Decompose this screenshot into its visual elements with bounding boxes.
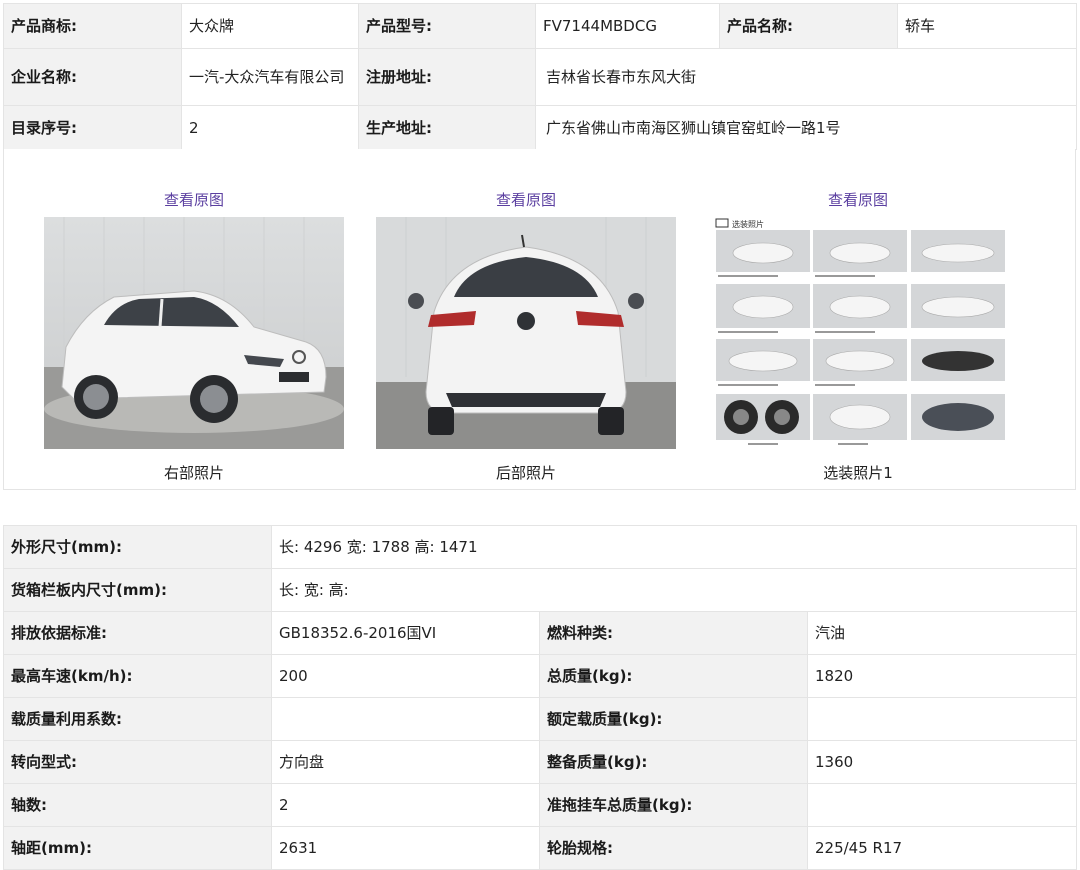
cargo-dimensions-label: 货箱栏板内尺寸(mm): xyxy=(3,568,272,612)
photo-caption: 右部照片 xyxy=(163,464,224,482)
max-speed-value: 200 xyxy=(271,654,540,698)
table-row: 转向型式: 方向盘 整备质量(kg): 1360 xyxy=(3,740,1078,784)
company-value: 一汽-大众汽车有限公司 xyxy=(181,48,359,106)
gross-mass-value: 1820 xyxy=(806,654,1078,698)
basic-info-table: 产品商标: 大众牌 产品型号: FV7144MBDCG 产品名称: 轿车 企业名… xyxy=(3,3,1077,150)
load-coefficient-label: 载质量利用系数: xyxy=(3,697,272,741)
emission-label: 排放依据标准: xyxy=(3,611,272,655)
company-label: 企业名称: xyxy=(3,48,182,106)
prod-address-value: 广东省佛山市南海区狮山镇官窑虹岭一路1号 xyxy=(535,105,1077,150)
photo-caption: 选装照片1 xyxy=(823,464,893,482)
trailer-mass-value xyxy=(806,783,1078,827)
table-row: 载质量利用系数: 额定载质量(kg): xyxy=(3,697,1078,741)
table-row: 排放依据标准: GB18352.6-2016国VI 燃料种类: 汽油 xyxy=(3,611,1078,655)
rear-photo[interactable] xyxy=(376,217,676,449)
product-name-label: 产品名称: xyxy=(719,3,898,49)
options-sheet-title: 选装照片 xyxy=(732,219,764,229)
product-name-value: 轿车 xyxy=(897,3,1077,49)
reg-address-label: 注册地址: xyxy=(358,48,536,106)
right-side-photo[interactable] xyxy=(44,217,344,449)
table-row: 目录序号: 2 生产地址: 广东省佛山市南海区狮山镇官窑虹岭一路1号 xyxy=(3,105,1077,150)
photo-caption: 后部照片 xyxy=(495,464,556,482)
axles-value: 2 xyxy=(271,783,540,827)
tire-value: 225/45 R17 xyxy=(806,826,1078,870)
spec-table: 外形尺寸(mm): 长: 4296 宽: 1788 高: 1471 货箱栏板内尺… xyxy=(3,525,1078,870)
steering-label: 转向型式: xyxy=(3,740,272,784)
dimensions-value: 长: 4296 宽: 1788 高: 1471 xyxy=(270,525,1078,569)
axles-label: 轴数: xyxy=(3,783,272,827)
fuel-value: 汽油 xyxy=(806,611,1078,655)
model-label: 产品型号: xyxy=(358,3,536,49)
curb-mass-value: 1360 xyxy=(806,740,1078,784)
cargo-dimensions-value: 长: 宽: 高: xyxy=(270,568,1078,612)
table-row: 轴距(mm): 2631 轮胎规格: 225/45 R17 xyxy=(3,826,1078,870)
brand-value: 大众牌 xyxy=(181,3,359,49)
steering-value: 方向盘 xyxy=(271,740,540,784)
rated-load-label: 额定载质量(kg): xyxy=(539,697,808,741)
view-original-link[interactable]: 查看原图 xyxy=(708,189,1008,210)
wheelbase-value: 2631 xyxy=(271,826,540,870)
model-value: FV7144MBDCG xyxy=(535,3,720,49)
rated-load-value xyxy=(806,697,1078,741)
table-row: 外形尺寸(mm): 长: 4296 宽: 1788 高: 1471 xyxy=(3,525,1078,569)
tire-label: 轮胎规格: xyxy=(539,826,808,870)
dimensions-label: 外形尺寸(mm): xyxy=(3,525,272,569)
brand-label: 产品商标: xyxy=(3,3,182,49)
view-original-link[interactable]: 查看原图 xyxy=(44,189,344,210)
trailer-mass-label: 准拖挂车总质量(kg): xyxy=(539,783,808,827)
prod-address-label: 生产地址: xyxy=(358,105,536,150)
fuel-label: 燃料种类: xyxy=(539,611,808,655)
emission-value: GB18352.6-2016国VI xyxy=(271,611,540,655)
gross-mass-label: 总质量(kg): xyxy=(539,654,808,698)
photo-panel: 查看原图 右部照片 查看原图 后部照片 查看原图 选装照片 选装照片1 xyxy=(3,149,1076,490)
reg-address-value: 吉林省长春市东风大街 xyxy=(535,48,1077,106)
table-row: 产品商标: 大众牌 产品型号: FV7144MBDCG 产品名称: 轿车 xyxy=(3,3,1077,49)
catalog-label: 目录序号: xyxy=(3,105,182,150)
curb-mass-label: 整备质量(kg): xyxy=(539,740,808,784)
max-speed-label: 最高车速(km/h): xyxy=(3,654,272,698)
wheelbase-label: 轴距(mm): xyxy=(3,826,272,870)
options-photo-sheet[interactable]: 选装照片 xyxy=(708,217,1008,449)
catalog-value: 2 xyxy=(181,105,359,150)
table-row: 货箱栏板内尺寸(mm): 长: 宽: 高: xyxy=(3,568,1078,612)
view-original-link[interactable]: 查看原图 xyxy=(376,189,676,210)
table-row: 企业名称: 一汽-大众汽车有限公司 注册地址: 吉林省长春市东风大街 xyxy=(3,48,1077,106)
table-row: 轴数: 2 准拖挂车总质量(kg): xyxy=(3,783,1078,827)
table-row: 最高车速(km/h): 200 总质量(kg): 1820 xyxy=(3,654,1078,698)
load-coefficient-value xyxy=(271,697,540,741)
